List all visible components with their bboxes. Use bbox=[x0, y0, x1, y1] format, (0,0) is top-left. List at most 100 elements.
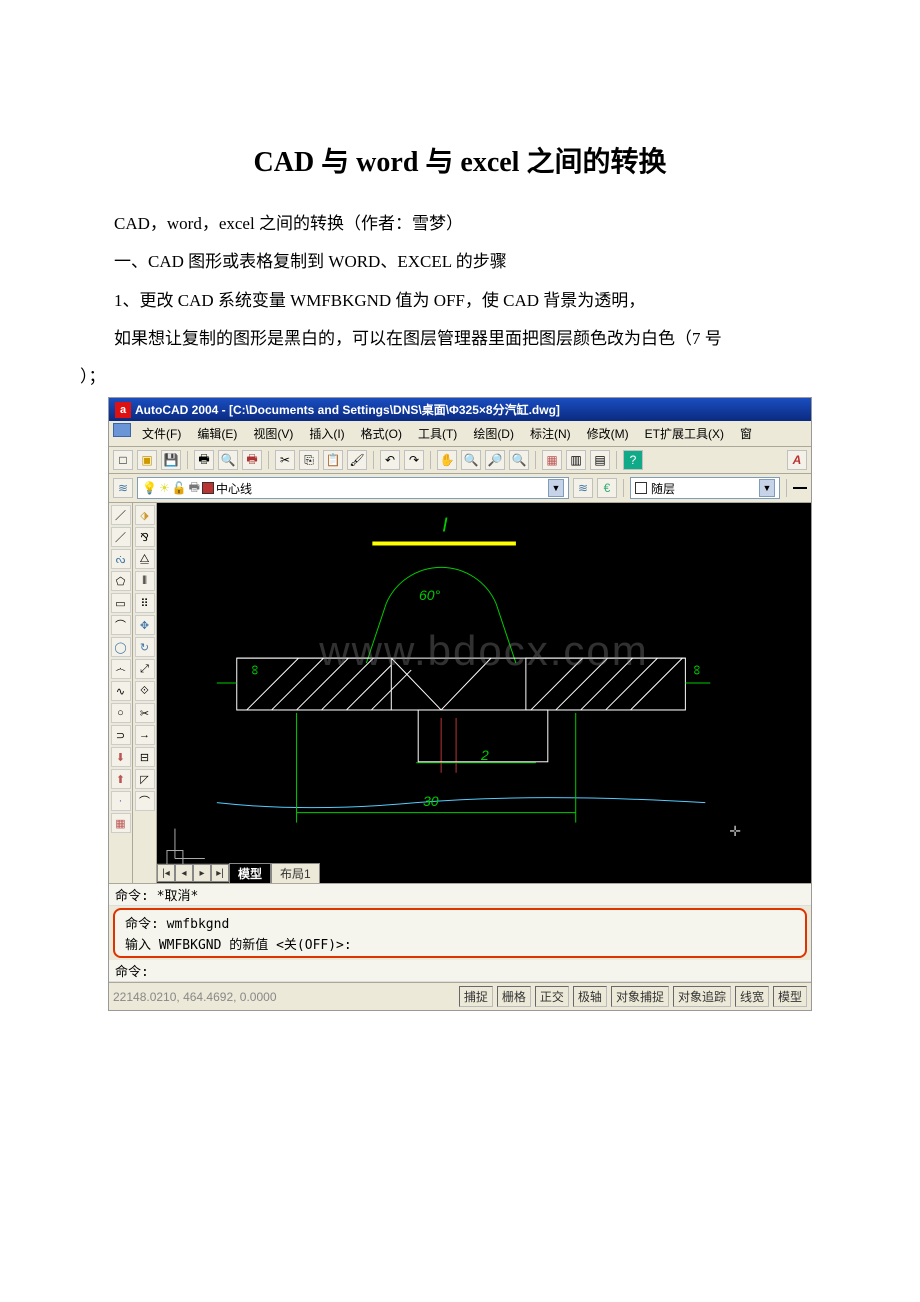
osnap-button[interactable]: 对象捕捉 bbox=[611, 986, 669, 1007]
mirror-icon[interactable]: ⧋ bbox=[135, 549, 155, 569]
ellipse-arc-icon[interactable]: ⊃ bbox=[111, 725, 131, 745]
paragraph-section-1: 一、CAD 图形或表格复制到 WORD、EXCEL 的步骤 bbox=[80, 246, 840, 278]
watermark: www.bdocx.com bbox=[157, 627, 811, 675]
cad-drawing: I bbox=[157, 503, 811, 883]
erase-icon[interactable]: ⬗ bbox=[135, 505, 155, 525]
sun-icon: ☀ bbox=[159, 481, 170, 495]
stretch-icon[interactable]: ⟐ bbox=[135, 681, 155, 701]
arc-icon[interactable]: ⌒ bbox=[111, 615, 131, 635]
tab-layout1[interactable]: 布局1 bbox=[271, 863, 320, 883]
block-icon[interactable]: ⬆ bbox=[111, 769, 131, 789]
point-icon[interactable]: · bbox=[111, 791, 131, 811]
chevron-down-icon[interactable]: ▼ bbox=[548, 479, 564, 497]
text-style-icon[interactable]: A bbox=[787, 450, 807, 470]
cad-app-icon[interactable] bbox=[113, 423, 131, 437]
menu-dimension[interactable]: 标注(N) bbox=[522, 423, 579, 444]
color-selector[interactable]: 随层 ▼ bbox=[630, 477, 780, 499]
polygon-icon[interactable]: ⬠ bbox=[111, 571, 131, 591]
chamfer-icon[interactable]: ◸ bbox=[135, 769, 155, 789]
ellipse-icon[interactable]: ○ bbox=[111, 703, 131, 723]
copy-icon[interactable]: ⎘ bbox=[299, 450, 319, 470]
insert-icon[interactable]: ⬇ bbox=[111, 747, 131, 767]
menu-tools[interactable]: 工具(T) bbox=[410, 423, 465, 444]
circle-icon[interactable]: ◯ bbox=[111, 637, 131, 657]
scale-icon[interactable]: ⤢ bbox=[135, 659, 155, 679]
line-icon[interactable]: ／ bbox=[111, 505, 131, 525]
zoom-realtime-icon[interactable]: 🔍 bbox=[461, 450, 481, 470]
open-icon[interactable]: ▣ bbox=[137, 450, 157, 470]
menu-modify[interactable]: 修改(M) bbox=[579, 423, 637, 444]
rotate-icon[interactable]: ↻ bbox=[135, 637, 155, 657]
design-center-icon[interactable]: ▥ bbox=[566, 450, 586, 470]
paste-icon[interactable]: 📋 bbox=[323, 450, 343, 470]
publish-icon[interactable]: 🖶 bbox=[242, 450, 262, 470]
layer-state-icon[interactable]: ≋ bbox=[573, 478, 593, 498]
redo-icon[interactable]: ↷ bbox=[404, 450, 424, 470]
menu-format[interactable]: 格式(O) bbox=[353, 423, 410, 444]
tab-last-icon[interactable]: ▸| bbox=[211, 864, 229, 882]
menu-window[interactable]: 窗 bbox=[732, 423, 760, 444]
model-button[interactable]: 模型 bbox=[773, 986, 807, 1007]
status-coordinates: 22148.0210, 464.4692, 0.0000 bbox=[113, 990, 455, 1004]
cad-statusbar: 22148.0210, 464.4692, 0.0000 捕捉 栅格 正交 极轴… bbox=[109, 982, 811, 1010]
matchprop-icon[interactable]: 🖌 bbox=[347, 450, 367, 470]
otrack-button[interactable]: 对象追踪 bbox=[673, 986, 731, 1007]
print-icon[interactable]: 🖶 bbox=[194, 450, 214, 470]
menu-edit[interactable]: 编辑(E) bbox=[189, 423, 245, 444]
cmd-prompt[interactable]: 命令: bbox=[109, 960, 811, 982]
xline-icon[interactable]: ／ bbox=[111, 527, 131, 547]
lwt-button[interactable]: 线宽 bbox=[735, 986, 769, 1007]
menu-view[interactable]: 视图(V) bbox=[245, 423, 301, 444]
document-page: CAD 与 word 与 excel 之间的转换 CAD，word，excel … bbox=[0, 0, 920, 1051]
hatch-icon[interactable]: ▦ bbox=[111, 813, 131, 833]
layer-prev-icon[interactable]: € bbox=[597, 478, 617, 498]
layer-manager-icon[interactable]: ≋ bbox=[113, 478, 133, 498]
dim-30: 30 bbox=[423, 793, 439, 809]
tool-palette-icon[interactable]: ▤ bbox=[590, 450, 610, 470]
new-icon[interactable]: □ bbox=[113, 450, 133, 470]
spline-icon[interactable]: ∿ bbox=[111, 681, 131, 701]
snap-button[interactable]: 捕捉 bbox=[459, 986, 493, 1007]
tab-prev-icon[interactable]: ◂ bbox=[175, 864, 193, 882]
array-icon[interactable]: ⠿ bbox=[135, 593, 155, 613]
offset-icon[interactable]: ⫴ bbox=[135, 571, 155, 591]
cad-toolbar-standard: □ ▣ 💾 🖶 🔍 🖶 ✂ ⎘ 📋 🖌 ↶ ↷ ✋ 🔍 🔎 🔍 ▦ ▥ ▤ bbox=[109, 447, 811, 474]
chevron-down-icon[interactable]: ▼ bbox=[759, 479, 775, 497]
fillet-icon[interactable]: ⌒ bbox=[135, 791, 155, 811]
rectangle-icon[interactable]: ▭ bbox=[111, 593, 131, 613]
paragraph-step-1: 1、更改 CAD 系统变量 WMFBKGND 值为 OFF，使 CAD 背景为透… bbox=[80, 285, 840, 317]
bulb-icon: 💡 bbox=[142, 481, 157, 495]
pline-icon[interactable]: ᔔ bbox=[111, 549, 131, 569]
pan-icon[interactable]: ✋ bbox=[437, 450, 457, 470]
trim-icon[interactable]: ✂ bbox=[135, 703, 155, 723]
grid-button[interactable]: 栅格 bbox=[497, 986, 531, 1007]
tab-next-icon[interactable]: ▸ bbox=[193, 864, 211, 882]
tab-first-icon[interactable]: |◂ bbox=[157, 864, 175, 882]
cad-screenshot: a AutoCAD 2004 - [C:\Documents and Setti… bbox=[108, 397, 812, 1011]
save-icon[interactable]: 💾 bbox=[161, 450, 181, 470]
layer-selector[interactable]: 💡 ☀ 🔓 🖶 中心线 ▼ bbox=[137, 477, 569, 499]
tab-model[interactable]: 模型 bbox=[229, 863, 271, 883]
extend-icon[interactable]: → bbox=[135, 725, 155, 745]
preview-icon[interactable]: 🔍 bbox=[218, 450, 238, 470]
layer-color-swatch bbox=[202, 482, 214, 494]
properties-icon[interactable]: ▦ bbox=[542, 450, 562, 470]
copy-obj-icon[interactable]: ⅋ bbox=[135, 527, 155, 547]
cad-workspace: ／ ／ ᔔ ⬠ ▭ ⌒ ◯ ෴ ∿ ○ ⊃ ⬇ ⬆ · ▦ ⬗ ⅋ ⧋ ⫴ bbox=[109, 503, 811, 883]
zoom-window-icon[interactable]: 🔎 bbox=[485, 450, 505, 470]
undo-icon[interactable]: ↶ bbox=[380, 450, 400, 470]
menu-et-extension[interactable]: ET扩展工具(X) bbox=[637, 423, 732, 444]
break-icon[interactable]: ⊟ bbox=[135, 747, 155, 767]
cad-canvas[interactable]: I bbox=[157, 503, 811, 883]
paragraph-intro: CAD，word，excel 之间的转换（作者：雪梦） bbox=[80, 208, 840, 240]
move-icon[interactable]: ✥ bbox=[135, 615, 155, 635]
revcloud-icon[interactable]: ෴ bbox=[111, 659, 131, 679]
cut-icon[interactable]: ✂ bbox=[275, 450, 295, 470]
menu-insert[interactable]: 插入(I) bbox=[301, 423, 352, 444]
menu-file[interactable]: 文件(F) bbox=[134, 423, 189, 444]
help-icon[interactable]: ? bbox=[623, 450, 643, 470]
ortho-button[interactable]: 正交 bbox=[535, 986, 569, 1007]
zoom-previous-icon[interactable]: 🔍 bbox=[509, 450, 529, 470]
menu-draw[interactable]: 绘图(D) bbox=[465, 423, 522, 444]
polar-button[interactable]: 极轴 bbox=[573, 986, 607, 1007]
